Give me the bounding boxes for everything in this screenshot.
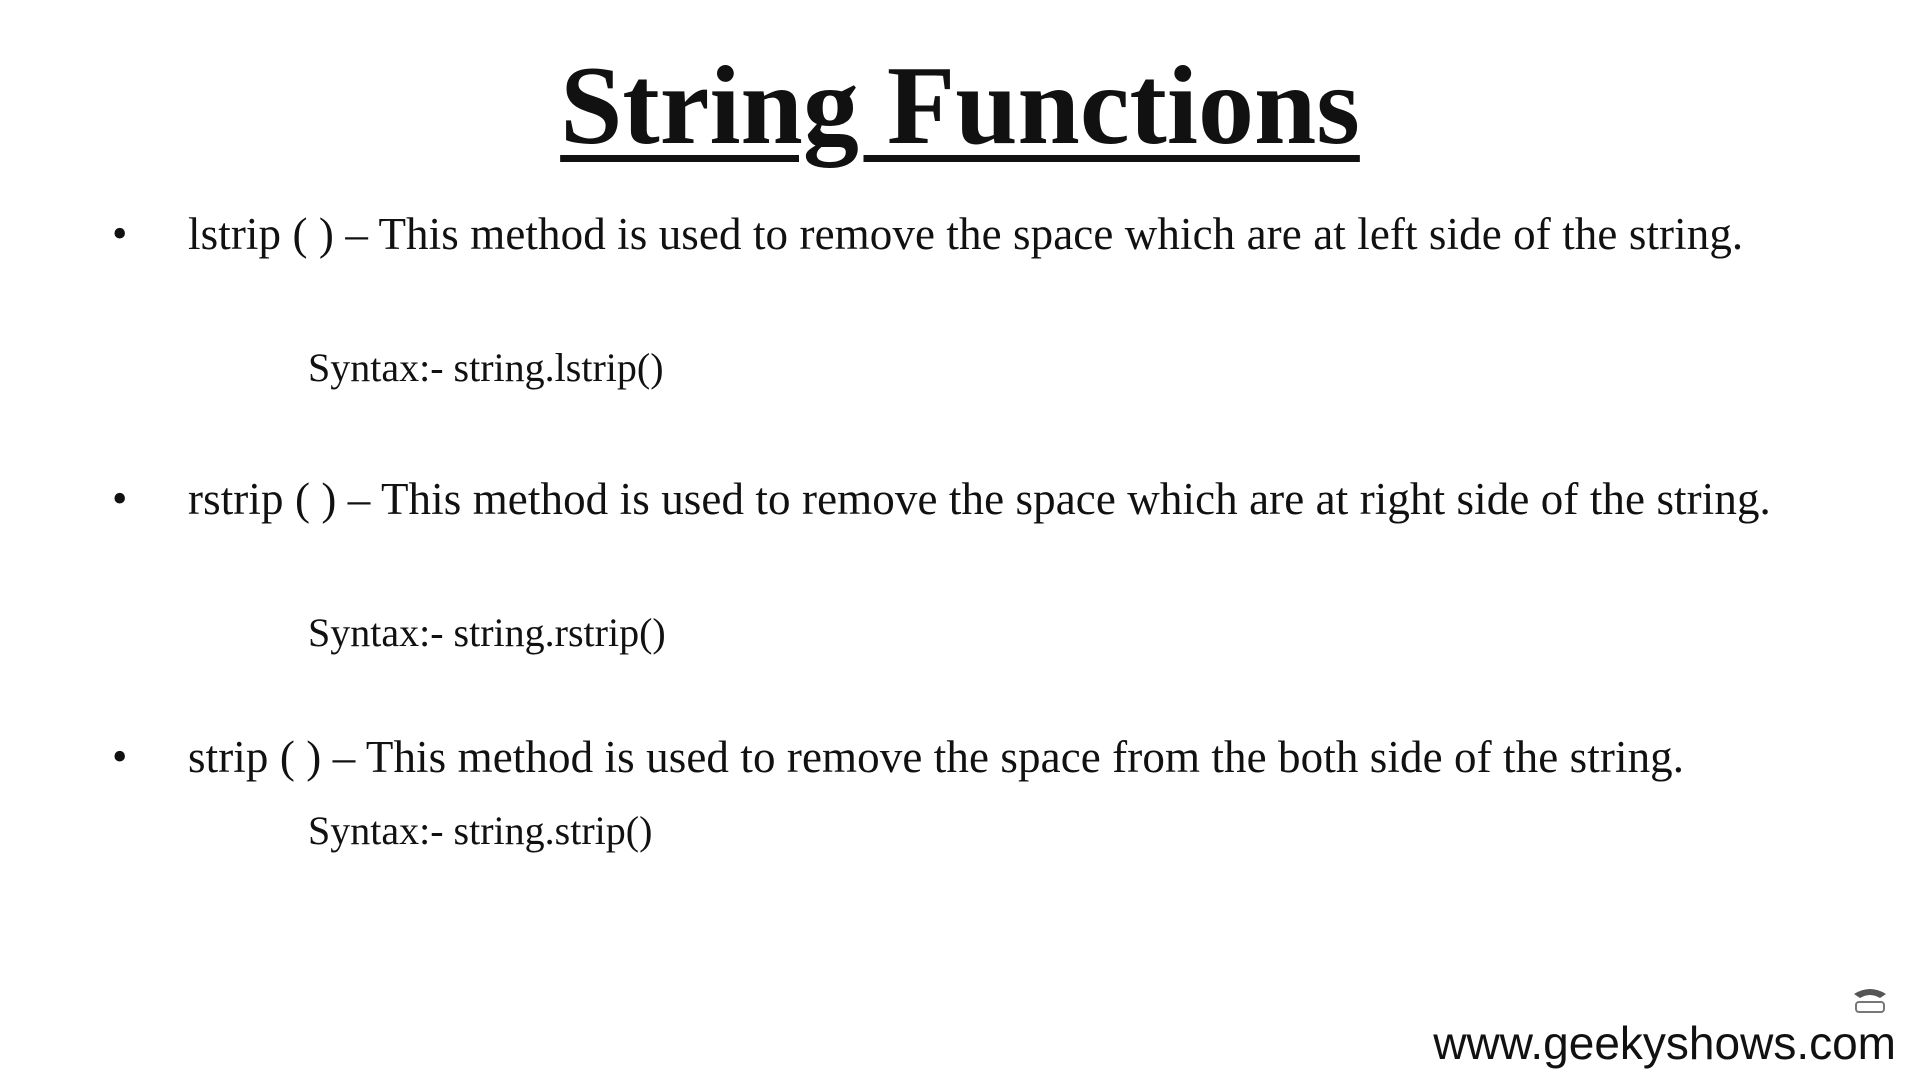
rstrip-description: rstrip ( ) – This method is used to remo… xyxy=(188,474,1771,524)
lstrip-description: lstrip ( ) – This method is used to remo… xyxy=(188,209,1744,259)
slide-title: String Functions xyxy=(0,42,1920,171)
bullet: • xyxy=(112,209,128,258)
strip-syntax: Syntax:- string.strip() xyxy=(308,808,653,853)
footer-url: www.geekyshows.com xyxy=(1433,1017,1896,1069)
strip-description: strip ( ) – This method is used to remov… xyxy=(188,732,1685,782)
slide: String Functions • lstrip ( ) – This met… xyxy=(0,0,1920,1080)
rstrip-syntax: Syntax:- string.rstrip() xyxy=(308,610,666,655)
lstrip-syntax: Syntax:- string.lstrip() xyxy=(308,345,664,390)
bullet: • xyxy=(112,732,128,781)
slide-title-text: String Functions xyxy=(560,44,1360,168)
bullet: • xyxy=(112,474,128,523)
